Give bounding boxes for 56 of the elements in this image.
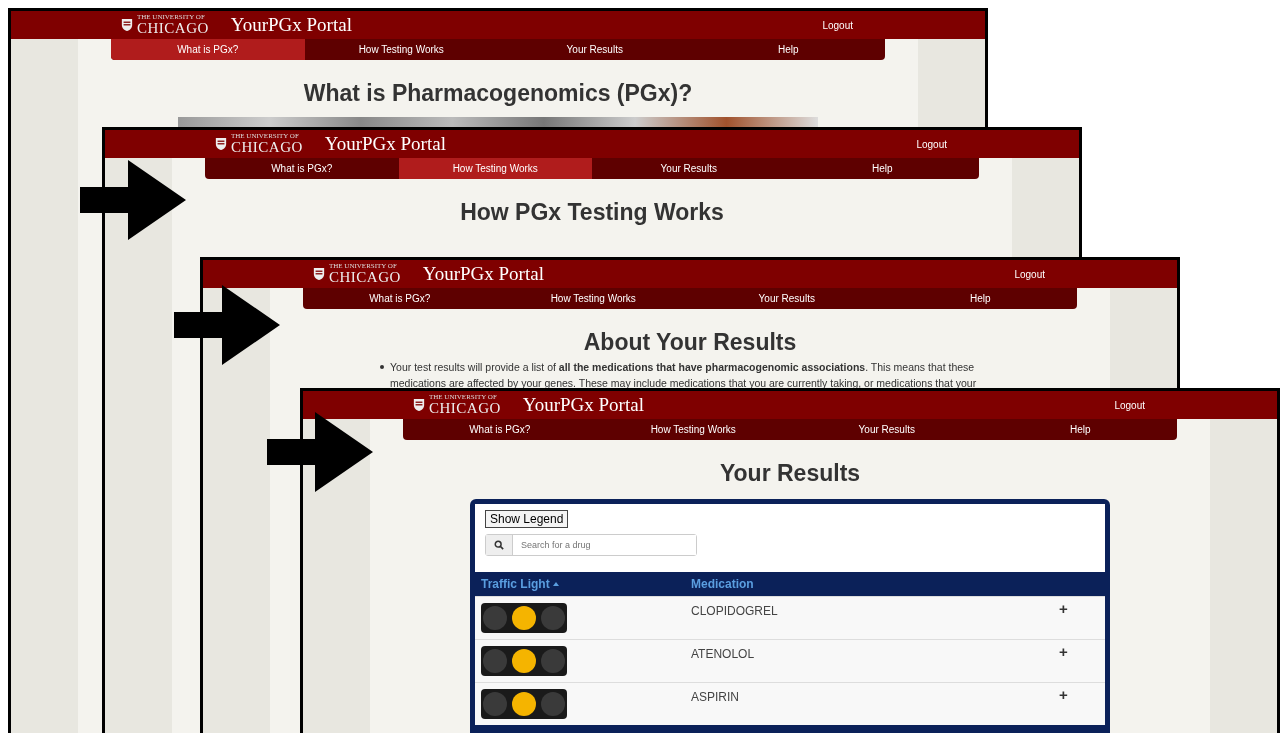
logo-text: CHICAGO (329, 270, 401, 285)
expand-button[interactable]: + (1059, 600, 1068, 617)
logo-text: CHICAGO (137, 21, 209, 36)
logout-link[interactable]: Logout (1014, 268, 1045, 280)
nav-tab[interactable]: Help (983, 419, 1177, 440)
logo-text: CHICAGO (231, 140, 303, 155)
nav-tab[interactable]: Your Results (498, 39, 692, 60)
medication-name: ASPIRIN (691, 690, 739, 704)
nav-tab[interactable]: What is PGx? (205, 158, 399, 179)
nav-tab[interactable]: Help (883, 288, 1077, 309)
nav-tab[interactable]: How Testing Works (596, 419, 790, 440)
expand-button[interactable]: + (1059, 643, 1068, 660)
logo-text: CHICAGO (429, 401, 501, 416)
column-header[interactable]: Medication (691, 577, 1099, 591)
bullet-icon (380, 365, 384, 369)
nav-tab[interactable]: What is PGx? (403, 419, 597, 440)
page-heading: How PGx Testing Works (460, 199, 724, 226)
logout-link[interactable]: Logout (916, 138, 947, 150)
logout-link[interactable]: Logout (1114, 399, 1145, 411)
expand-button[interactable]: + (1059, 686, 1068, 703)
portal-title: YourPGx Portal (422, 263, 544, 285)
portal-title: YourPGx Portal (522, 394, 644, 416)
unlit-lamp (540, 692, 565, 716)
page-heading: Your Results (719, 460, 861, 487)
page-heading: What is Pharmacogenomics (PGx)? (303, 80, 693, 107)
portal-title: YourPGx Portal (324, 133, 446, 155)
shield-icon (121, 18, 133, 32)
logout-link[interactable]: Logout (822, 19, 853, 31)
medication-name: CLOPIDOGREL (691, 604, 778, 618)
unlit-lamp (483, 649, 508, 673)
unlit-lamp (540, 649, 565, 673)
nav-tab[interactable]: Help (691, 39, 885, 60)
unlit-lamp (483, 692, 508, 716)
portal-title: YourPGx Portal (230, 14, 352, 36)
shield-icon (413, 398, 425, 412)
medication-name: ATENOLOL (691, 647, 755, 661)
nav-tab[interactable]: Your Results (690, 288, 884, 309)
unlit-lamp (540, 606, 565, 630)
sort-up-icon (552, 582, 559, 586)
shield-icon (215, 137, 227, 151)
page-heading: About Your Results (583, 329, 797, 356)
search-icon (494, 540, 504, 550)
unlit-lamp (483, 606, 508, 630)
nav-tab[interactable]: How Testing Works (496, 288, 690, 309)
show-legend-button[interactable]: Show Legend (485, 510, 569, 528)
nav-tab[interactable]: What is PGx? (111, 39, 305, 60)
nav-tab[interactable]: What is PGx? (303, 288, 497, 309)
shield-icon (313, 267, 325, 281)
search-field[interactable]: Search for a drug (485, 534, 697, 556)
nav-tab[interactable]: Your Results (790, 419, 984, 440)
nav-tab[interactable]: Help (785, 158, 979, 179)
nav-tab[interactable]: Your Results (592, 158, 786, 179)
nav-tab[interactable]: How Testing Works (398, 158, 592, 179)
bullet-text: Your test results will provide a list of all the medications that have pharmacogenomic associations. This means that these medications are affected by your genes. These may include medications that you are currently taking, or medications that your (390, 360, 978, 391)
column-header[interactable]: Traffic Light (481, 577, 691, 591)
nav-tab[interactable]: How Testing Works (304, 39, 498, 60)
